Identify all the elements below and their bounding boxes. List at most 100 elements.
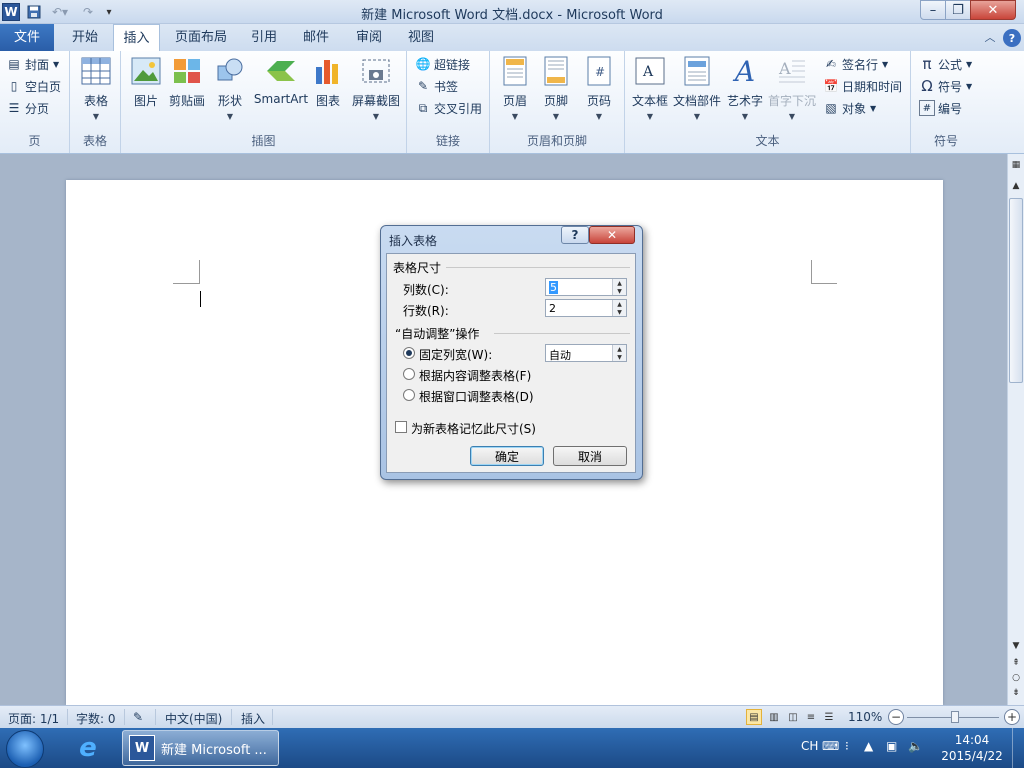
ime-options-icon[interactable]: ⁝ (845, 739, 849, 753)
start-button[interactable] (6, 730, 44, 768)
tab-home[interactable]: 开始 (60, 24, 110, 51)
web-layout-icon[interactable]: ◫ (785, 709, 801, 725)
zoom-slider-thumb[interactable] (951, 711, 959, 723)
zoom-level[interactable]: 110% (848, 710, 882, 724)
clipart-button[interactable]: 剪贴画 (167, 55, 207, 109)
word-count[interactable]: 字数: 0 (76, 710, 116, 727)
internet-explorer-icon[interactable]: e (70, 731, 106, 765)
proofing-icon[interactable]: ✎ (133, 710, 143, 724)
minimize-button[interactable]: – (920, 0, 946, 20)
rows-value[interactable]: 2 (549, 302, 556, 315)
remember-size-checkbox[interactable] (395, 421, 407, 433)
system-clock[interactable]: 14:04 2015/4/22 (936, 732, 1008, 764)
rows-stepper[interactable]: 2 ▲ ▼ (545, 299, 627, 317)
pi-icon: π (922, 55, 932, 73)
symbol-button[interactable]: Ω 符号 ▼ (919, 77, 972, 95)
chart-button[interactable]: 图表 (311, 55, 345, 109)
dialog-close-button[interactable]: ✕ (589, 226, 635, 244)
wordart-button[interactable]: A 艺术字 ▼ (725, 55, 765, 122)
date-time-button[interactable]: 📅 日期和时间 (823, 77, 903, 95)
picture-icon (130, 55, 162, 87)
quickparts-button[interactable]: 文档部件 ▼ (673, 55, 721, 121)
page-break-button[interactable]: ☰ 分页 (6, 99, 49, 117)
remember-size-label[interactable]: 为新表格记忆此尺寸(S) (411, 420, 536, 437)
picture-button[interactable]: 图片 (127, 55, 165, 109)
autofit-window-label[interactable]: 根据窗口调整表格(D) (419, 388, 534, 405)
scrollbar-thumb[interactable] (1009, 198, 1023, 383)
zoom-in-icon[interactable]: + (1004, 709, 1020, 725)
ime-indicator[interactable]: CH (801, 739, 818, 753)
columns-value[interactable]: 5 (549, 281, 558, 294)
dropcap-icon: A (776, 55, 808, 87)
network-icon[interactable]: ▣ (886, 739, 897, 753)
print-layout-view-icon[interactable]: ▤ (746, 709, 762, 725)
spin-down-icon[interactable]: ▼ (612, 353, 626, 361)
footer-button[interactable]: 页脚 ▼ (538, 55, 574, 121)
cover-page-button[interactable]: ▤ 封面 ▼ (6, 55, 59, 73)
cross-reference-button[interactable]: ⧉ 交叉引用 (415, 99, 482, 117)
blank-page-icon: ▯ (10, 79, 18, 93)
language-indicator[interactable]: 中文(中国) (165, 710, 222, 727)
fixed-width-value[interactable]: 自动 (549, 347, 571, 363)
close-button[interactable]: ✕ (970, 0, 1016, 20)
spin-down-icon[interactable]: ▼ (612, 308, 626, 316)
scroll-down-icon[interactable]: ▼ (1008, 640, 1024, 652)
textbox-button[interactable]: A 文本框 ▼ (631, 55, 669, 121)
page-number-button[interactable]: # 页码 ▼ (581, 55, 617, 121)
spin-down-icon[interactable]: ▼ (612, 287, 626, 295)
fixed-width-stepper[interactable]: 自动 ▲ ▼ (545, 344, 627, 362)
keyboard-icon[interactable]: ⌨ (822, 739, 839, 753)
spin-up-icon[interactable]: ▲ (612, 300, 626, 308)
previous-page-icon[interactable]: ⇞ (1008, 657, 1024, 669)
show-desktop-button[interactable] (1012, 728, 1024, 768)
full-screen-reading-icon[interactable]: ▥ (766, 709, 782, 725)
screenshot-button[interactable]: 屏幕截图 ▼ (349, 55, 403, 121)
tab-mailings[interactable]: 邮件 (294, 24, 338, 51)
tab-review[interactable]: 审阅 (346, 24, 392, 51)
equation-button[interactable]: π 公式 ▼ (919, 55, 972, 73)
hyperlink-button[interactable]: 🌐 超链接 (415, 55, 471, 73)
browse-object-icon[interactable]: ○ (1008, 672, 1024, 684)
show-hidden-icons[interactable]: ▲ (864, 739, 873, 753)
fixed-width-label[interactable]: 固定列宽(W): (419, 346, 492, 363)
draft-view-icon[interactable]: ☰ (821, 709, 837, 725)
dialog-help-button[interactable]: ? (561, 226, 589, 244)
ok-button[interactable]: 确定 (470, 446, 544, 466)
help-icon[interactable]: ? (1003, 29, 1021, 47)
table-button[interactable]: 表格 ▼ (79, 55, 113, 121)
taskbar: e W 新建 Microsoft ... CH ⌨ ⁝ ▲ ▣ 🔈 14:04 … (0, 728, 1024, 768)
object-button[interactable]: ▧ 对象 ▼ (823, 99, 876, 117)
bookmark-button[interactable]: ✎ 书签 (415, 77, 458, 95)
outline-view-icon[interactable]: ≡ (803, 709, 819, 725)
signature-line-button[interactable]: ✍ 签名行 ▼ (823, 55, 888, 73)
header-button[interactable]: 页眉 ▼ (497, 55, 533, 121)
scroll-up-icon[interactable]: ▲ (1008, 180, 1024, 192)
autofit-contents-radio[interactable] (403, 368, 415, 380)
ruler-toggle-icon[interactable]: ▦ (1008, 158, 1024, 172)
insert-mode[interactable]: 插入 (241, 710, 265, 727)
volume-icon[interactable]: 🔈 (908, 739, 923, 753)
columns-stepper[interactable]: 5 ▲ ▼ (545, 278, 627, 296)
tab-view[interactable]: 视图 (400, 24, 442, 51)
fixed-width-radio[interactable] (403, 347, 415, 359)
vertical-scrollbar[interactable]: ▦ ▲ ▼ ⇞ ○ ⇟ (1007, 154, 1024, 705)
autofit-contents-label[interactable]: 根据内容调整表格(F) (419, 367, 531, 384)
smartart-button[interactable]: SmartArt (251, 55, 311, 106)
shapes-button[interactable]: 形状 ▼ (213, 55, 247, 121)
tab-insert[interactable]: 插入 (113, 24, 160, 52)
blank-page-button[interactable]: ▯ 空白页 (6, 77, 61, 95)
numbering-button[interactable]: # 编号 (919, 99, 962, 117)
taskbar-word-button[interactable]: W 新建 Microsoft ... (122, 730, 279, 766)
zoom-out-icon[interactable]: − (888, 709, 904, 725)
cancel-button[interactable]: 取消 (553, 446, 627, 466)
autofit-window-radio[interactable] (403, 389, 415, 401)
tab-file[interactable]: 文件 (0, 24, 54, 51)
page-count[interactable]: 页面: 1/1 (8, 710, 59, 727)
spin-up-icon[interactable]: ▲ (612, 279, 626, 287)
next-page-icon[interactable]: ⇟ (1008, 687, 1024, 699)
spin-up-icon[interactable]: ▲ (612, 345, 626, 353)
maximize-button[interactable]: ❐ (945, 0, 971, 20)
tab-page-layout[interactable]: 页面布局 (168, 24, 234, 51)
tab-references[interactable]: 引用 (242, 24, 286, 51)
minimize-ribbon-icon[interactable]: ︿ (983, 29, 997, 45)
